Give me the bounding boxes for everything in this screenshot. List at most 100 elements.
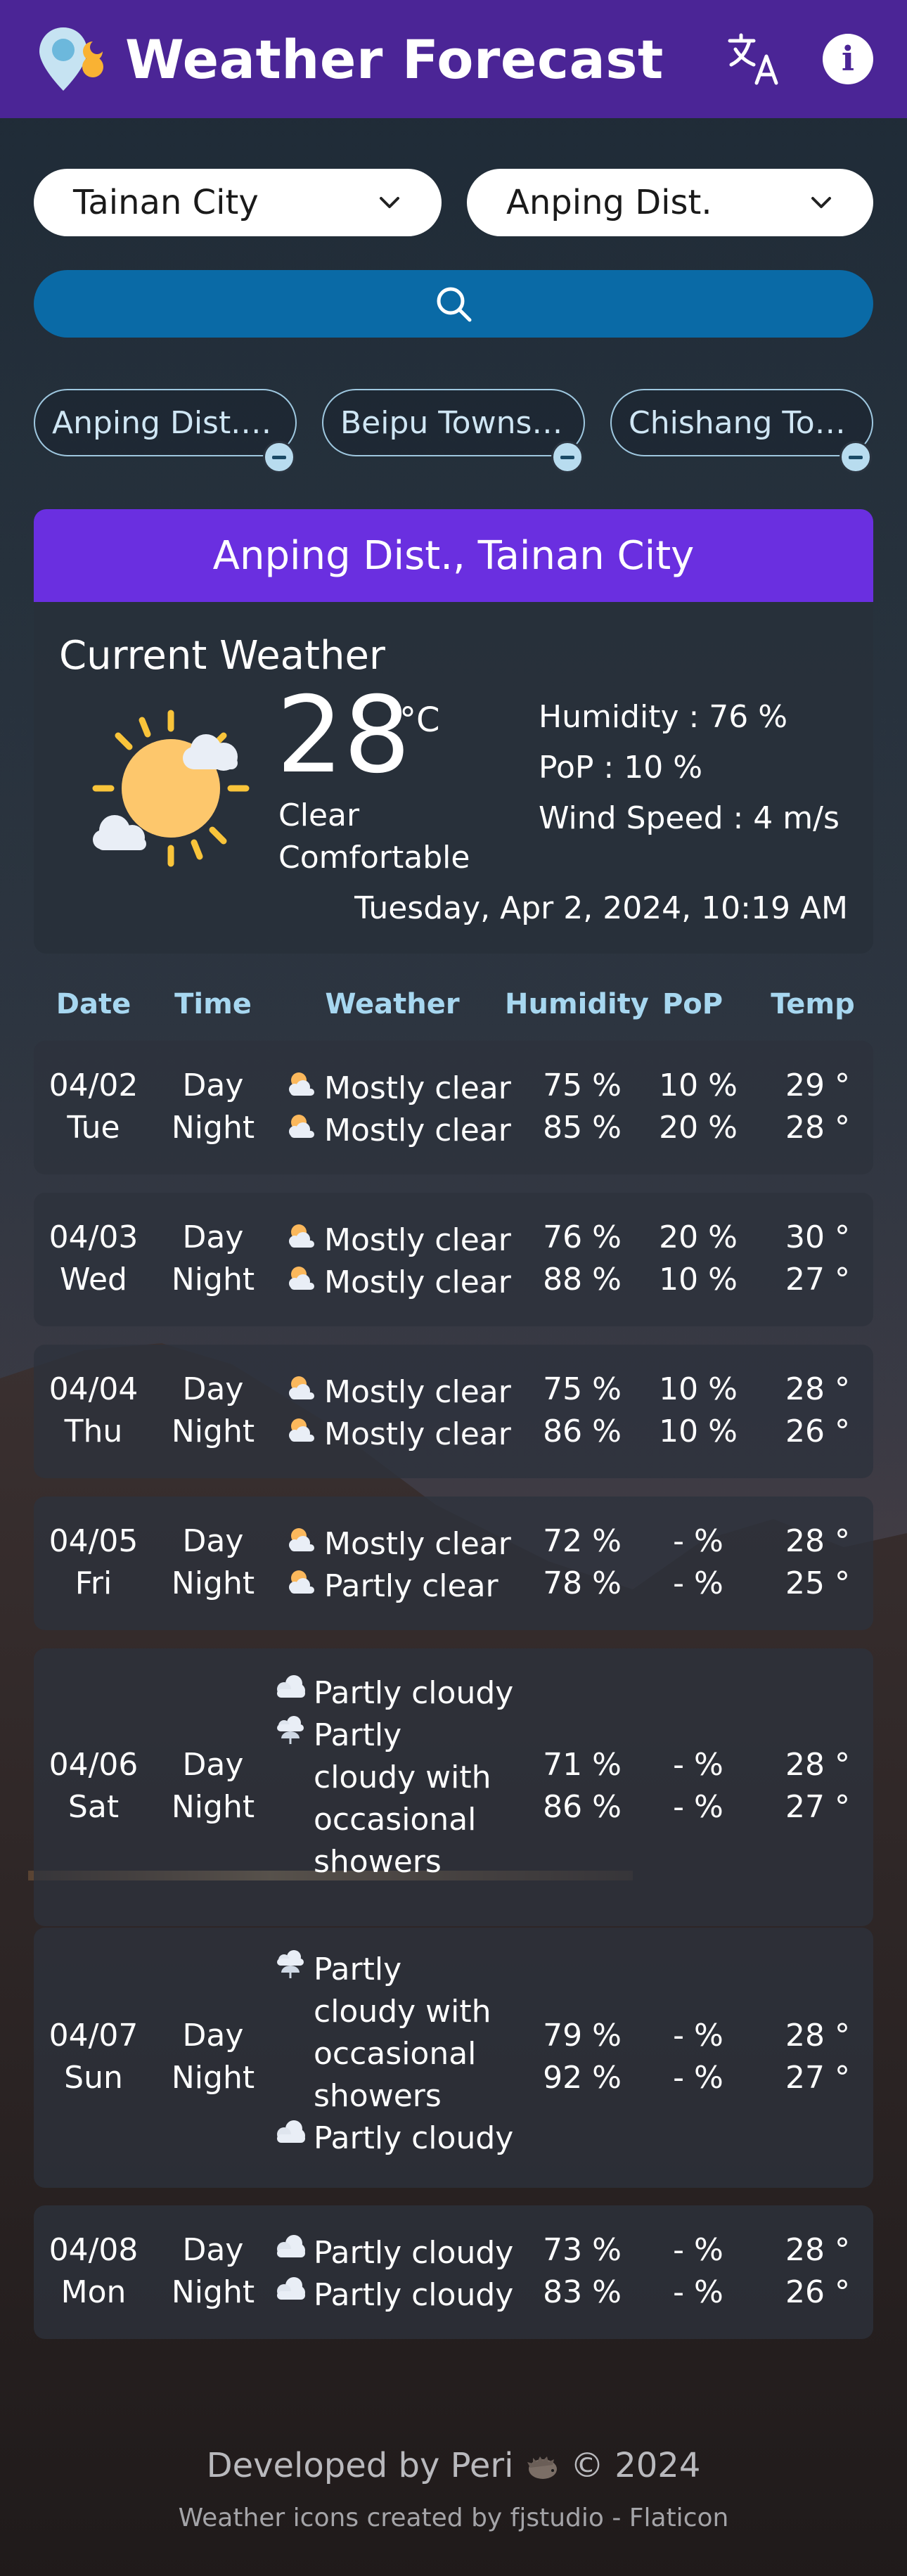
forecast-date: 04/06	[49, 1747, 139, 1783]
saved-location-chip[interactable]: Chishang Township, Taitung County	[610, 389, 873, 473]
day-humidity: 72 %	[543, 1523, 622, 1559]
forecast-row: 04/08 Mon Day Night Partly cloudy Partly…	[34, 2205, 873, 2339]
partly-cloudy-icon	[277, 1675, 305, 1698]
current-wind-speed: Wind Speed : 4 m/s	[539, 800, 840, 836]
mostly-clear-icon	[289, 1267, 314, 1290]
day-temp: 28 °	[785, 1523, 850, 1559]
day-humidity: 71 %	[543, 1747, 622, 1783]
saved-location-label: Anping Dist., Tainan City	[52, 404, 278, 441]
night-humidity: 92 %	[543, 2060, 622, 2096]
forecast-date: 04/08	[49, 2232, 139, 2268]
period-day: Day	[182, 1523, 244, 1559]
day-pop: - %	[673, 2018, 723, 2053]
period-night: Night	[171, 1789, 255, 1825]
current-humidity: Humidity : 76 %	[539, 699, 788, 735]
forecast-weekday: Wed	[60, 1262, 127, 1297]
header-time: Time	[174, 988, 252, 1020]
day-temp: 28 °	[785, 2018, 850, 2053]
saved-location-chip[interactable]: Beipu Township, Hsinchu County	[322, 389, 585, 473]
copyright: © 2024	[570, 2446, 701, 2485]
period-day: Day	[182, 1371, 244, 1407]
header-date: Date	[56, 988, 131, 1020]
night-temp: 27 °	[785, 1789, 850, 1825]
mostly-clear-icon	[289, 1072, 314, 1096]
translate-icon[interactable]	[726, 31, 782, 87]
day-humidity: 79 %	[543, 2018, 622, 2053]
header-pop: PoP	[662, 988, 723, 1020]
day-weather-text: Mostly clear	[324, 1070, 511, 1106]
current-weather-card: Current Weather 28 °C Clear Comfortable …	[34, 602, 873, 954]
chevron-down-icon	[811, 197, 831, 208]
night-humidity: 83 %	[543, 2274, 622, 2310]
forecast-date: 04/05	[49, 1523, 139, 1559]
day-weather-text: Mostly clear	[324, 1222, 511, 1258]
night-weather-text: Mostly clear	[324, 1416, 511, 1452]
forecast-weekday: Mon	[60, 2274, 127, 2310]
period-day: Day	[182, 2018, 244, 2053]
mostly-clear-icon	[289, 1224, 314, 1248]
forecast-row: 04/04 Thu Day Night Mostly clear Mostly …	[34, 1345, 873, 1478]
day-pop: - %	[673, 1523, 723, 1559]
saved-location-label: Chishang Township, Taitung County	[629, 404, 855, 441]
night-pop: - %	[673, 2060, 723, 2096]
mostly-clear-icon	[289, 1376, 314, 1399]
developer-credit[interactable]: Developed by Peri	[207, 2446, 514, 2485]
current-pop: PoP : 10 %	[539, 750, 702, 786]
day-pop: - %	[673, 2232, 723, 2268]
partly-cloudy-icon	[277, 2277, 305, 2300]
night-pop: - %	[673, 2274, 723, 2310]
mostly-clear-icon	[289, 1418, 314, 1442]
remove-location-icon[interactable]	[551, 441, 584, 473]
forecast-date: 04/07	[49, 2018, 139, 2053]
app-title: Weather Forecast	[125, 27, 664, 91]
night-humidity: 88 %	[543, 1262, 622, 1297]
header-weather: Weather	[325, 988, 460, 1020]
app-logo-icon	[34, 20, 111, 98]
forecast-row: 04/02 Tue Day Night Mostly clear Mostly …	[34, 1041, 873, 1174]
day-pop: - %	[673, 1747, 723, 1783]
night-weather-text: Partly cloudy with occasional showers	[314, 1717, 491, 1880]
night-weather-text: Partly cloudy	[314, 2277, 514, 2313]
day-humidity: 75 %	[543, 1068, 622, 1103]
forecast-row: 04/03 Wed Day Night Mostly clear Mostly …	[34, 1193, 873, 1326]
night-pop: - %	[673, 1789, 723, 1825]
period-night: Night	[171, 2274, 255, 2310]
day-temp: 30 °	[785, 1219, 850, 1255]
night-humidity: 85 %	[543, 1110, 622, 1146]
city-select[interactable]: Tainan City	[34, 169, 442, 236]
night-weather-text: Mostly clear	[324, 1264, 511, 1300]
forecast-row: 04/05 Fri Day Night Mostly clear Partly …	[34, 1497, 873, 1630]
forecast-weekday: Fri	[75, 1565, 112, 1601]
night-temp: 26 °	[785, 2274, 850, 2310]
remove-location-icon[interactable]	[840, 441, 872, 473]
period-day: Day	[182, 2232, 244, 2268]
night-humidity: 86 %	[543, 1789, 622, 1825]
day-temp: 28 °	[785, 1747, 850, 1783]
forecast-weekday: Sat	[67, 1789, 120, 1825]
district-select[interactable]: Anping Dist.	[467, 169, 873, 236]
remove-location-icon[interactable]	[263, 441, 295, 473]
app-header: Weather Forecast i	[0, 0, 907, 118]
city-select-value: Tainan City	[73, 183, 259, 222]
day-weather-text: Mostly clear	[324, 1374, 511, 1410]
search-button[interactable]	[34, 270, 873, 338]
day-humidity: 75 %	[543, 1371, 622, 1407]
icon-credits[interactable]: Weather icons created by fjstudio - Flat…	[0, 2504, 907, 2532]
period-night: Night	[171, 1565, 255, 1601]
period-day: Day	[182, 1219, 244, 1255]
umbrella-showers-icon	[277, 1716, 304, 1744]
header-humidity: Humidity	[505, 988, 649, 1020]
night-temp: 27 °	[785, 1262, 850, 1297]
day-pop: 10 %	[659, 1371, 738, 1407]
location-title: Anping Dist., Tainan City	[34, 509, 873, 602]
saved-location-chip[interactable]: Anping Dist., Tainan City	[34, 389, 297, 473]
umbrella-showers-icon	[277, 1950, 304, 1978]
night-temp: 28 °	[785, 1110, 850, 1146]
period-night: Night	[171, 1110, 255, 1146]
info-icon[interactable]: i	[823, 34, 873, 84]
current-datetime: Tuesday, Apr 2, 2024, 10:19 AM	[354, 890, 848, 926]
partly-cloudy-icon	[277, 2235, 305, 2257]
forecast-date: 04/02	[49, 1068, 139, 1103]
temperature-unit: °C	[399, 700, 440, 740]
hedgehog-icon	[527, 2456, 557, 2479]
